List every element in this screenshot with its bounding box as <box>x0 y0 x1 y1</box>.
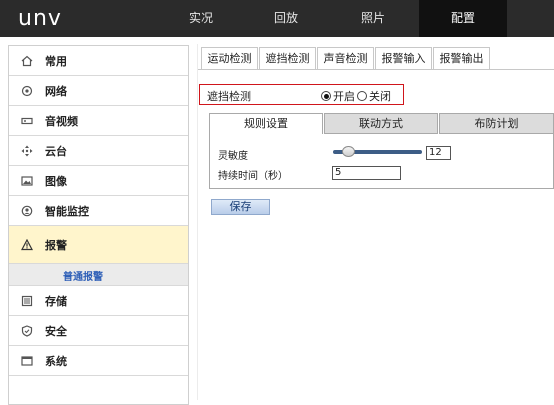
sidebar-item-storage[interactable]: 存储 <box>9 286 188 316</box>
warning-icon <box>20 238 34 252</box>
media-icon <box>20 114 34 128</box>
tamper-detection-toggle: 遮挡检测 开启 关闭 <box>199 84 404 105</box>
nav-playback[interactable]: 回放 <box>245 0 327 37</box>
nav-config[interactable]: 配置 <box>419 0 507 37</box>
sidebar-item-label: 网络 <box>45 84 67 98</box>
sidebar-item-audio-video[interactable]: 音视频 <box>9 106 188 136</box>
subtab-arming-schedule[interactable]: 布防计划 <box>439 113 554 134</box>
sidebar-item-alarm[interactable]: 报警 <box>9 226 188 264</box>
tab-alarm-input[interactable]: 报警输入 <box>375 47 432 69</box>
sensitivity-value-input[interactable]: 12 <box>426 146 451 160</box>
nav-live[interactable]: 实况 <box>160 0 242 37</box>
sidebar-subitem-label: 普通报警 <box>63 272 103 283</box>
radio-enable[interactable]: 开启 <box>321 88 355 104</box>
sidebar-item-network[interactable]: 网络 <box>9 76 188 106</box>
subtab-rule-settings[interactable]: 规则设置 <box>209 113 323 135</box>
radio-enable-label: 开启 <box>333 90 355 103</box>
tab-alarm-output[interactable]: 报警输出 <box>433 47 490 69</box>
sidebar-subitem-general-alarm[interactable]: 普通报警 <box>9 264 188 286</box>
globe-icon <box>20 84 34 98</box>
home-icon <box>20 54 34 68</box>
sidebar-item-security[interactable]: 安全 <box>9 316 188 346</box>
sidebar-item-label: 安全 <box>45 324 67 338</box>
radio-disable[interactable]: 关闭 <box>357 88 391 104</box>
duration-input[interactable]: 5 <box>332 166 401 180</box>
ptz-icon <box>20 144 34 158</box>
sidebar-item-label: 图像 <box>45 174 67 188</box>
system-icon <box>20 354 34 368</box>
save-button[interactable]: 保存 <box>211 199 270 215</box>
image-icon <box>20 174 34 188</box>
radio-disable-dot[interactable] <box>357 91 367 101</box>
brand-logo: unv <box>18 6 62 31</box>
smart-monitor-icon <box>20 204 34 218</box>
sidebar-item-label: 常用 <box>45 54 67 68</box>
tab-motion-detection[interactable]: 运动检测 <box>201 47 258 69</box>
sidebar-item-image[interactable]: 图像 <box>9 166 188 196</box>
subtab-linkage[interactable]: 联动方式 <box>324 113 438 134</box>
storage-icon <box>20 294 34 308</box>
sidebar-item-label: 音视频 <box>45 114 78 128</box>
shield-icon <box>20 324 34 338</box>
nav-photos[interactable]: 照片 <box>332 0 414 37</box>
tab-tamper-detection[interactable]: 遮挡检测 <box>259 47 316 70</box>
radio-enable-dot[interactable] <box>321 91 331 101</box>
sidebar-item-label: 云台 <box>45 144 67 158</box>
sidebar-item-common[interactable]: 常用 <box>9 46 188 76</box>
sidebar-item-label: 智能监控 <box>45 204 89 218</box>
sidebar-item-ptz[interactable]: 云台 <box>9 136 188 166</box>
tamper-detection-label: 遮挡检测 <box>207 90 251 103</box>
sidebar-item-smart-monitor[interactable]: 智能监控 <box>9 196 188 226</box>
tab-audio-detection[interactable]: 声音检测 <box>317 47 374 69</box>
sidebar-item-system[interactable]: 系统 <box>9 346 188 376</box>
content-divider <box>197 44 198 400</box>
sensitivity-label: 灵敏度 <box>218 151 248 162</box>
sidebar-item-label: 报警 <box>45 238 67 252</box>
tab-underline <box>198 69 554 70</box>
top-bar: unv 实况 回放 照片 配置 <box>0 0 554 37</box>
sidebar-item-label: 系统 <box>45 354 67 368</box>
sidebar: 常用 网络 音视频 云台 图像 智能监控 报警 普通报警 存储 安全 系统 <box>8 45 189 405</box>
duration-label: 持续时间（秒） <box>218 171 288 182</box>
radio-disable-label: 关闭 <box>369 90 391 103</box>
sidebar-item-label: 存储 <box>45 294 67 308</box>
